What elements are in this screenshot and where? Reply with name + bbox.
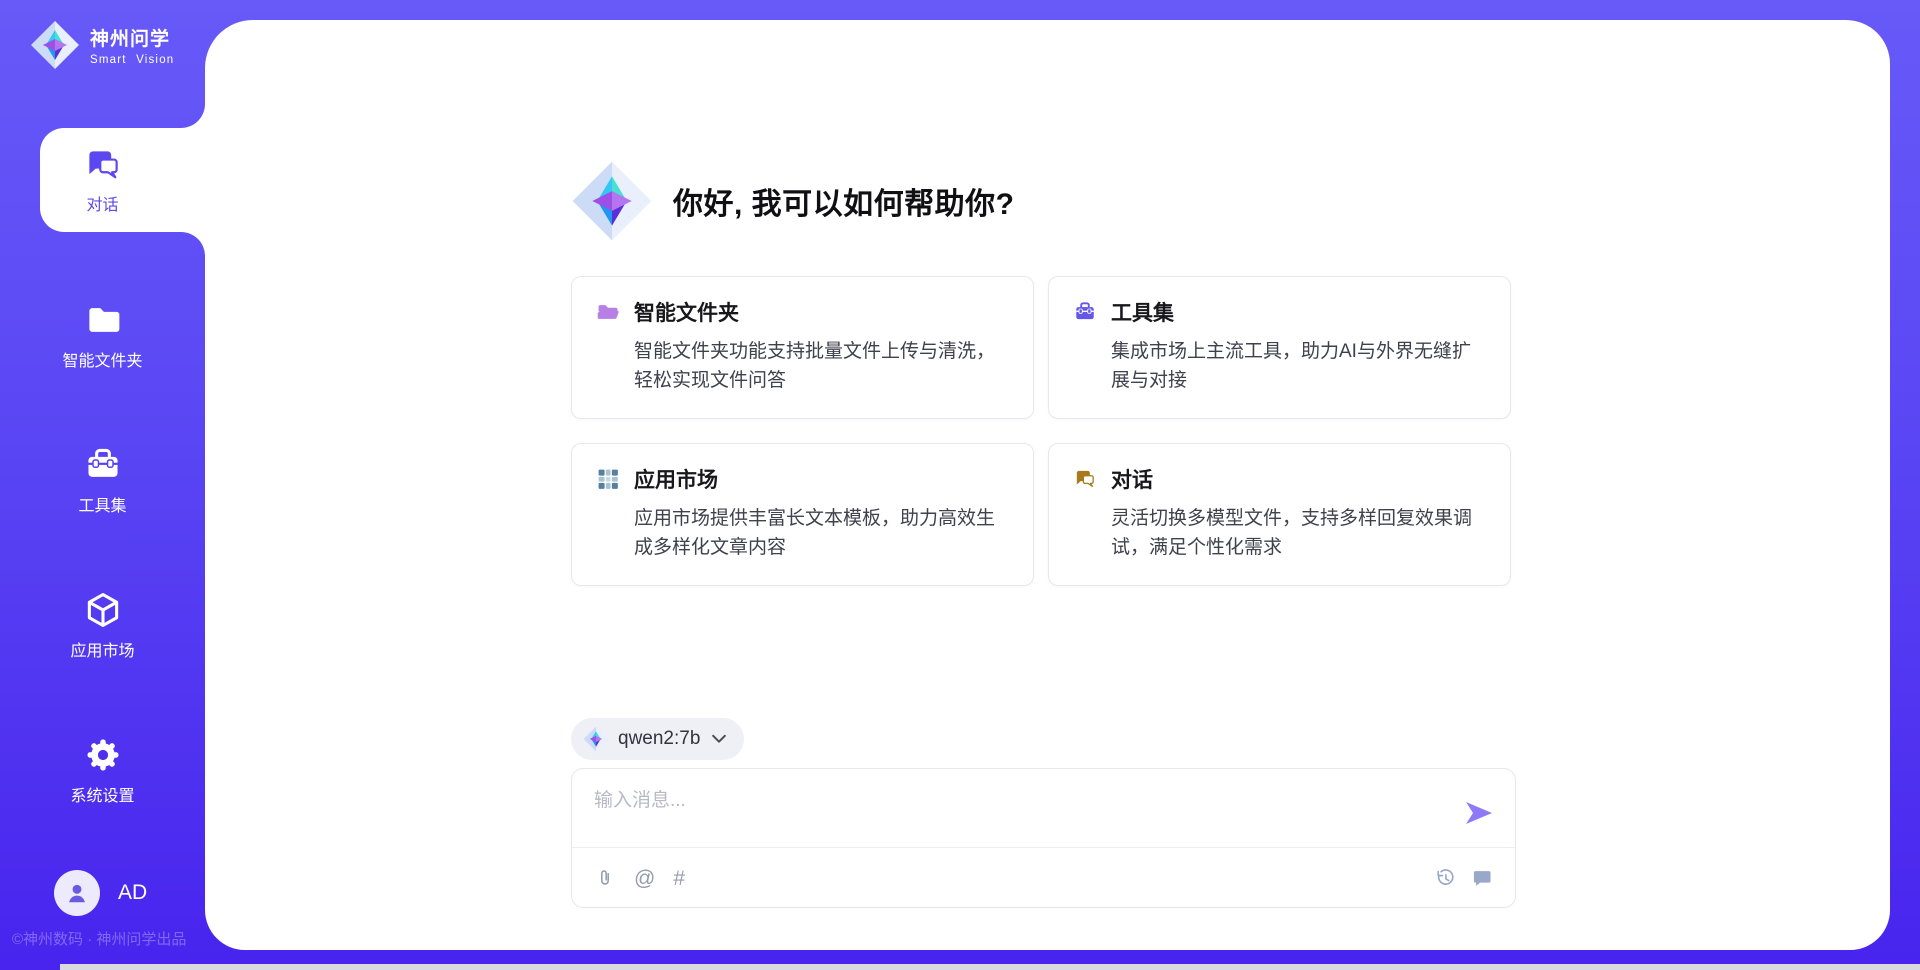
chevron-down-icon: [712, 734, 726, 744]
copyright-text: ©神州数码 · 神州问学出品: [12, 928, 186, 949]
mention-icon[interactable]: @: [634, 868, 655, 889]
horizontal-scrollbar[interactable]: [60, 964, 1920, 970]
brand-logo-icon: [30, 20, 80, 70]
attachment-icon[interactable]: [594, 867, 616, 889]
greeting-title: 你好, 我可以如何帮助你?: [673, 179, 1015, 223]
greeting: 你好, 我可以如何帮助你?: [571, 160, 1015, 242]
gear-icon: [83, 735, 123, 775]
hashtag-icon[interactable]: #: [673, 868, 685, 889]
cube-icon: [83, 590, 123, 630]
card-title: 智能文件夹: [634, 297, 739, 327]
assistant-logo-icon: [571, 160, 653, 242]
sidebar-item-app-market[interactable]: 应用市场: [0, 590, 205, 661]
card-toolset[interactable]: 工具集 集成市场上主流工具，助力AI与外界无缝扩展与对接: [1048, 276, 1511, 419]
card-description: 灵活切换多模型文件，支持多样回复效果调试，满足个性化需求: [1111, 504, 1486, 563]
toolbox-icon: [83, 445, 123, 485]
sidebar-item-chat[interactable]: 对话: [40, 128, 205, 232]
folder-icon: [83, 300, 123, 340]
card-smart-folder[interactable]: 智能文件夹 智能文件夹功能支持批量文件上传与清洗，轻松实现文件问答: [571, 276, 1034, 419]
sidebar-item-label: 智能文件夹: [62, 347, 142, 371]
card-description: 集成市场上主流工具，助力AI与外界无缝扩展与对接: [1111, 337, 1486, 396]
card-chat[interactable]: 对话 灵活切换多模型文件，支持多样回复效果调试，满足个性化需求: [1048, 443, 1511, 586]
history-icon[interactable]: [1434, 867, 1456, 889]
main-panel: 你好, 我可以如何帮助你? 智能文件夹 智能文件夹功能支持批量文件上传与清洗，轻…: [205, 20, 1890, 950]
card-title: 对话: [1111, 464, 1153, 494]
sidebar-item-label: 系统设置: [70, 782, 134, 806]
folder-open-icon: [596, 300, 620, 324]
sidebar-item-label: 工具集: [78, 492, 126, 516]
user-account[interactable]: AD: [54, 870, 147, 916]
sidebar-item-smart-folder[interactable]: 智能文件夹: [0, 300, 205, 371]
card-description: 应用市场提供丰富长文本模板，助力高效生成多样化文章内容: [634, 504, 1009, 563]
brand: 神州问学 Smart Vision: [30, 20, 174, 70]
message-input[interactable]: [594, 785, 1444, 840]
feature-cards: 智能文件夹 智能文件夹功能支持批量文件上传与清洗，轻松实现文件问答 工具集 集成…: [571, 276, 1515, 586]
sidebar-item-label: 对话: [86, 191, 118, 215]
person-icon: [64, 880, 90, 906]
chat-bubbles-icon: [83, 145, 123, 185]
model-selector[interactable]: qwen2:7b: [571, 718, 744, 760]
avatar: [54, 870, 100, 916]
composer-toolbar: @ #: [594, 848, 1493, 908]
card-title: 应用市场: [634, 464, 718, 494]
send-icon[interactable]: [1465, 801, 1493, 825]
chat-bubble-icon[interactable]: [1471, 867, 1493, 889]
sidebar-item-toolset[interactable]: 工具集: [0, 445, 205, 516]
sidebar: 神州问学 Smart Vision 对话 智能文件夹 工具集: [0, 0, 205, 970]
model-logo-icon: [583, 726, 609, 752]
sidebar-item-settings[interactable]: 系统设置: [0, 735, 205, 806]
message-composer: @ #: [571, 768, 1516, 908]
app-grid-icon: [596, 467, 620, 491]
user-name: AD: [118, 881, 147, 905]
brand-name: 神州问学: [90, 24, 174, 51]
chat-bubbles-icon: [1073, 467, 1097, 491]
card-description: 智能文件夹功能支持批量文件上传与清洗，轻松实现文件问答: [634, 337, 1009, 396]
model-name: qwen2:7b: [618, 728, 700, 750]
card-title: 工具集: [1111, 297, 1174, 327]
sidebar-item-label: 应用市场: [70, 637, 134, 661]
brand-tagline: Smart Vision: [90, 54, 174, 66]
toolbox-icon: [1073, 300, 1097, 324]
card-app-market[interactable]: 应用市场 应用市场提供丰富长文本模板，助力高效生成多样化文章内容: [571, 443, 1034, 586]
